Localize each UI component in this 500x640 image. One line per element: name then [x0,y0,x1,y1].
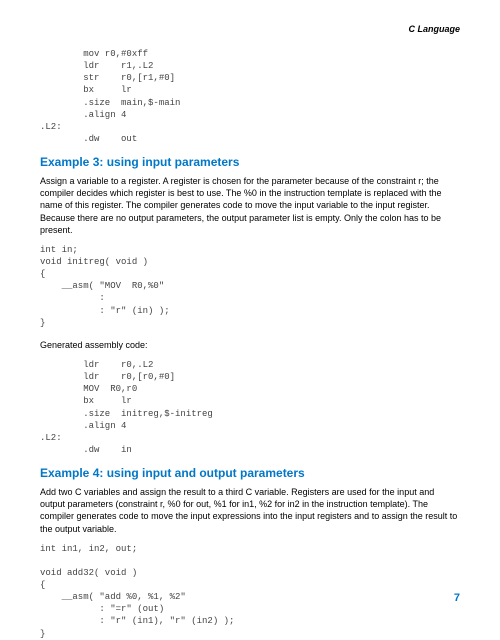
example3-c-code: int in; void initreg( void ) { __asm( "M… [40,244,460,329]
page-header: C Language [40,24,460,34]
example3-paragraph: Assign a variable to a register. A regis… [40,175,460,236]
example3-heading: Example 3: using input parameters [40,155,460,169]
example4-paragraph: Add two C variables and assign the resul… [40,486,460,535]
code-block-1: mov r0,#0xff ldr r1,.L2 str r0,[r1,#0] b… [40,48,460,145]
example4-heading: Example 4: using input and output parame… [40,466,460,480]
example3-asm-code: ldr r0,.L2 ldr r0,[r0,#0] MOV R0,r0 bx l… [40,359,460,456]
page-number: 7 [454,592,460,604]
example3-gen-label: Generated assembly code: [40,339,460,351]
example4-c-code: int in1, in2, out; void add32( void ) { … [40,543,460,640]
